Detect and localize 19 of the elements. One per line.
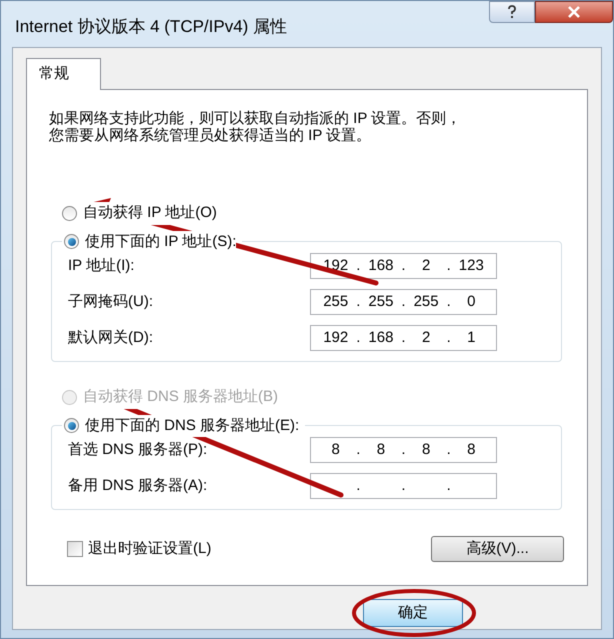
field-label: 备用 DNS 服务器(A): [68, 476, 208, 496]
description-text: 如果网络支持此功能，则可以获取自动指派的 IP 设置。否则， 您需要从网络系统管理员处获得适当的 IP 设置。 [49, 110, 462, 144]
help-icon [507, 5, 517, 19]
ip-address-field[interactable]: 192 . 168 . 2 . 1 [310, 325, 497, 351]
help-button[interactable] [489, 1, 535, 23]
advanced-button[interactable]: 高级(V)... [431, 536, 564, 562]
tab[interactable]: 常规 [26, 58, 101, 90]
field-label: 默认网关(D): [68, 328, 153, 348]
validate-checkbox[interactable]: 退出时验证设置(L) [67, 538, 212, 560]
field-label: 子网掩码(U): [68, 292, 153, 312]
ip-address-field[interactable]: 8 . 8 . 8 . 8 [310, 437, 497, 463]
window-title: Internet 协议版本 4 (TCP/IPv4) 属性 [15, 16, 288, 38]
field-label: IP 地址(I): [68, 256, 134, 276]
close-button[interactable] [535, 1, 613, 23]
ok-button[interactable]: 确定 [363, 599, 463, 627]
ip-address-field[interactable]: 255 . 255 . 255 . 0 [310, 289, 497, 315]
ip-address-field[interactable]: . . . [310, 473, 497, 499]
close-icon [567, 6, 581, 18]
field-label: 首选 DNS 服务器(P): [68, 440, 208, 460]
